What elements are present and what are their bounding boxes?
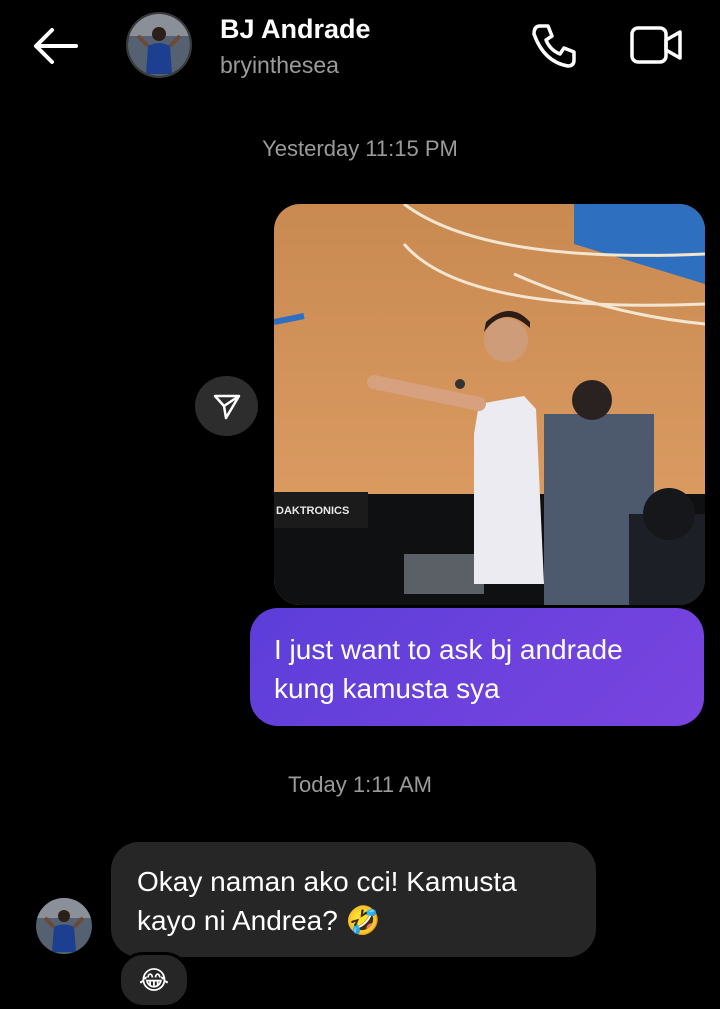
- back-button[interactable]: [30, 26, 80, 66]
- sent-photo[interactable]: DAKTRONICS: [274, 204, 705, 605]
- share-button[interactable]: [195, 376, 258, 436]
- reaction-badge[interactable]: 😂: [118, 952, 190, 1008]
- voice-call-button[interactable]: [530, 20, 580, 70]
- video-call-button[interactable]: [628, 22, 684, 68]
- paper-plane-icon: [213, 394, 240, 420]
- sent-message-bubble[interactable]: I just want to ask bj andrade kung kamus…: [250, 608, 704, 726]
- scoreboard-text: DAKTRONICS: [276, 505, 349, 517]
- sent-message-line: kung kamusta sya: [274, 673, 500, 704]
- received-message-line: kayo ni Andrea? 🤣: [137, 905, 381, 936]
- received-message-bubble[interactable]: Okay naman ako cci! Kamusta kayo ni Andr…: [111, 842, 596, 957]
- arrow-left-icon: [34, 28, 78, 64]
- contact-username: bryinthesea: [220, 52, 339, 78]
- message-timestamp: Yesterday 11:15 PM: [262, 136, 458, 161]
- message-timestamp: Today 1:11 AM: [288, 772, 432, 797]
- received-message-line: Okay naman ako cci! Kamusta: [137, 866, 517, 897]
- sender-avatar[interactable]: [36, 898, 92, 954]
- sent-message-line: I just want to ask bj andrade: [274, 634, 623, 665]
- video-camera-icon: [630, 26, 682, 64]
- laughing-emoji-icon: 😂: [138, 964, 170, 995]
- phone-icon: [532, 24, 576, 68]
- contact-avatar[interactable]: [126, 12, 192, 78]
- contact-name[interactable]: BJ Andrade: [220, 14, 371, 45]
